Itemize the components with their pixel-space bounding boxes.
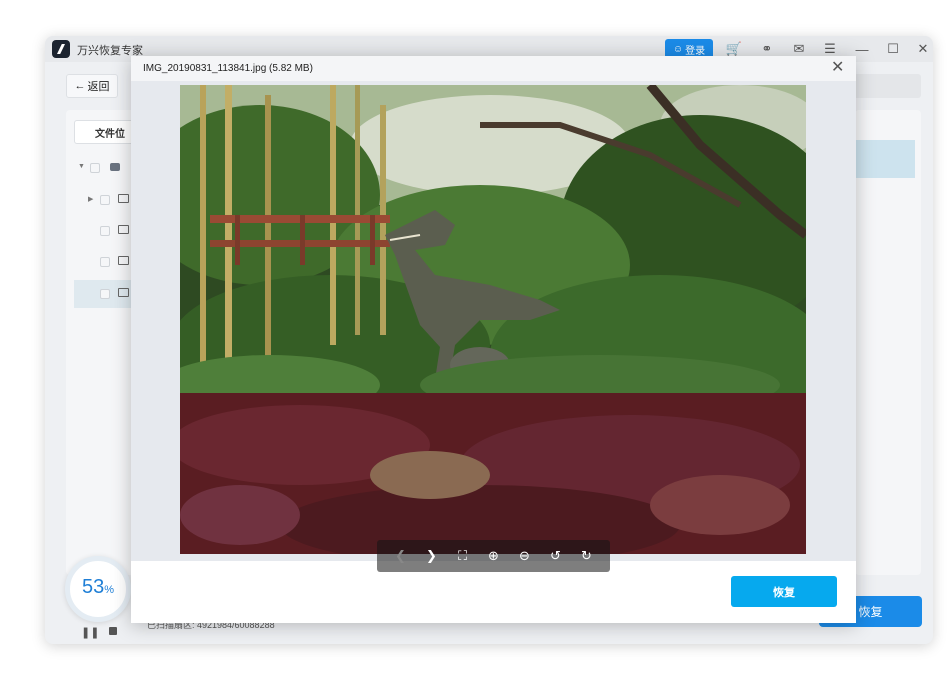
checkbox[interactable] <box>100 289 110 299</box>
arrow-left-icon: ← <box>74 80 86 92</box>
rotate-right-icon[interactable]: ↻ <box>577 546 597 566</box>
prev-icon[interactable]: ❮ <box>391 546 411 566</box>
scan-progress: 53 % <box>65 556 131 622</box>
pause-icon[interactable]: ❚❚ <box>81 626 99 639</box>
drive-icon <box>110 163 120 171</box>
checkbox[interactable] <box>100 257 110 267</box>
close-icon[interactable]: ✕ <box>914 40 932 58</box>
login-label: 登录 <box>685 45 706 57</box>
recover-button[interactable]: 恢复 <box>731 576 837 607</box>
maximize-icon[interactable]: ☐ <box>884 40 902 58</box>
image-viewer-toolbar: ❮ ❯ ⛶ ⊕ ⊖ ↺ ↻ <box>377 540 610 572</box>
folder-icon <box>118 256 129 265</box>
progress-unit: % <box>104 584 115 596</box>
folder-icon <box>118 225 129 234</box>
stop-icon[interactable] <box>109 627 117 635</box>
zoom-out-icon[interactable]: ⊖ <box>515 546 535 566</box>
folder-icon <box>118 194 129 203</box>
close-icon[interactable]: ✕ <box>831 59 844 77</box>
file-list-panel <box>855 110 921 575</box>
app-logo-icon <box>52 40 70 58</box>
back-button[interactable]: ← 返回 <box>66 74 118 98</box>
user-icon: ☺ <box>672 43 684 55</box>
toolbar-strip <box>845 74 921 98</box>
zoom-in-icon[interactable]: ⊕ <box>484 546 504 566</box>
preview-dialog: IMG_20190831_113841.jpg (5.82 MB) ✕ ❮ ❯ … <box>131 56 856 623</box>
preview-area: ❮ ❯ ⛶ ⊕ ⊖ ↺ ↻ <box>131 81 856 572</box>
expand-icon[interactable]: ▼ <box>78 163 85 170</box>
checkbox[interactable] <box>90 163 100 173</box>
folder-icon <box>118 288 129 297</box>
checkbox[interactable] <box>100 195 110 205</box>
dialog-title: IMG_20190831_113841.jpg (5.82 MB) <box>143 63 313 74</box>
next-icon[interactable]: ❯ <box>422 546 442 566</box>
collapse-icon[interactable]: ▶ <box>88 195 93 203</box>
back-label: 返回 <box>87 81 110 93</box>
fullscreen-icon[interactable]: ⛶ <box>453 546 473 566</box>
preview-image <box>180 85 806 554</box>
progress-value: 53 <box>81 576 105 598</box>
checkbox[interactable] <box>100 226 110 236</box>
selected-row[interactable] <box>855 140 915 178</box>
dialog-header: IMG_20190831_113841.jpg (5.82 MB) ✕ <box>131 56 856 81</box>
rotate-left-icon[interactable]: ↺ <box>546 546 566 566</box>
